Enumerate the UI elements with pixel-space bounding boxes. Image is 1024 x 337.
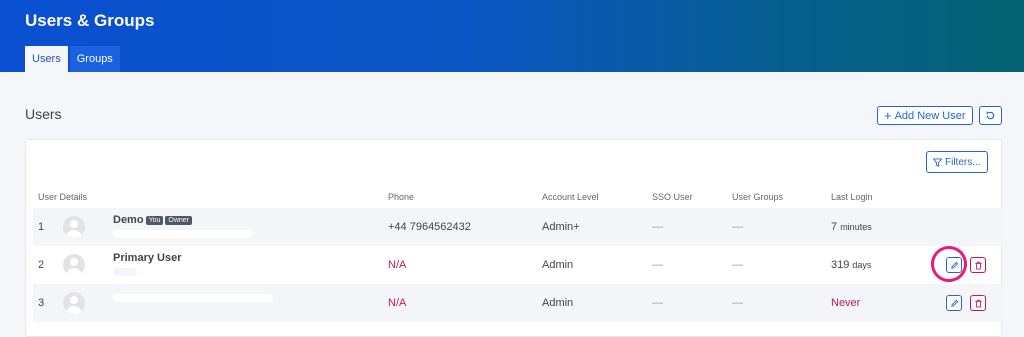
user-name: Primary User [113, 252, 182, 264]
page-title: Users & Groups [25, 11, 155, 30]
plus-icon: + [884, 108, 892, 123]
redacted-email [113, 268, 137, 276]
pencil-icon [950, 299, 958, 307]
last-login-number: 319 [831, 259, 850, 271]
tab-users[interactable]: Users [25, 46, 68, 72]
last-login-value: 319 days [831, 259, 871, 271]
add-new-user-label: Add New User [894, 109, 966, 122]
sso-user-value: — [652, 259, 663, 271]
avatar [63, 292, 85, 314]
account-level-value: Admin [542, 259, 574, 271]
funnel-icon [933, 157, 942, 167]
column-header-user-groups[interactable]: User Groups [732, 192, 783, 202]
last-login-value: 7 minutes [831, 221, 872, 233]
column-header-account-level[interactable]: Account Level [542, 192, 599, 202]
owner-badge: Owner [165, 215, 192, 225]
last-login-value: Never [831, 297, 861, 309]
row-number: 2 [38, 259, 45, 271]
section-title: Users [25, 106, 62, 122]
row-number: 3 [38, 297, 45, 309]
avatar [63, 254, 85, 276]
sso-user-value: — [652, 221, 663, 233]
last-login-unit: minutes [840, 222, 872, 232]
phone-value: N/A [388, 259, 407, 271]
column-header-user-details[interactable]: User Details [38, 192, 87, 202]
user-name-text: Demo [113, 214, 144, 226]
last-login-number: 7 [831, 221, 838, 233]
column-header-phone[interactable]: Phone [388, 192, 414, 202]
table-row[interactable]: 2 Primary User N/A Admin — — 319 days [33, 246, 1002, 284]
sso-user-value: — [652, 297, 663, 309]
column-header-last-login[interactable]: Last Login [831, 192, 873, 202]
avatar [63, 216, 85, 238]
redacted-email [113, 230, 253, 238]
last-login-unit: days [852, 260, 872, 270]
page-header: Users & Groups Users Groups [0, 0, 1024, 72]
edit-user-button[interactable] [946, 295, 962, 311]
delete-user-button[interactable] [970, 257, 986, 273]
refresh-icon [986, 111, 995, 120]
filters-label: Filters... [945, 156, 981, 168]
table-row[interactable]: 1 Demo You Owner +44 7964562432 Admin+ —… [33, 208, 1002, 246]
tab-groups[interactable]: Groups [69, 46, 120, 72]
add-new-user-button[interactable]: + Add New User [877, 106, 973, 125]
filters-button[interactable]: Filters... [926, 151, 988, 173]
user-groups-value: — [732, 221, 743, 233]
phone-value: N/A [388, 297, 407, 309]
table-row[interactable]: 3 N/A Admin — — Never [33, 284, 1002, 322]
user-groups-value: — [732, 259, 743, 271]
user-groups-value: — [732, 297, 743, 309]
refresh-button[interactable] [979, 106, 1002, 125]
delete-user-button[interactable] [970, 295, 986, 311]
tab-bar: Users Groups [25, 46, 120, 72]
trash-icon [974, 299, 982, 308]
account-level-value: Admin+ [542, 221, 580, 233]
account-level-value: Admin [542, 297, 574, 309]
redacted-name [113, 294, 273, 302]
trash-icon [974, 261, 982, 270]
column-header-sso-user[interactable]: SSO User [652, 192, 693, 202]
phone-value: +44 7964562432 [388, 221, 471, 233]
row-number: 1 [38, 221, 45, 233]
you-badge: You [145, 215, 164, 225]
user-name: Demo You Owner [113, 214, 192, 226]
